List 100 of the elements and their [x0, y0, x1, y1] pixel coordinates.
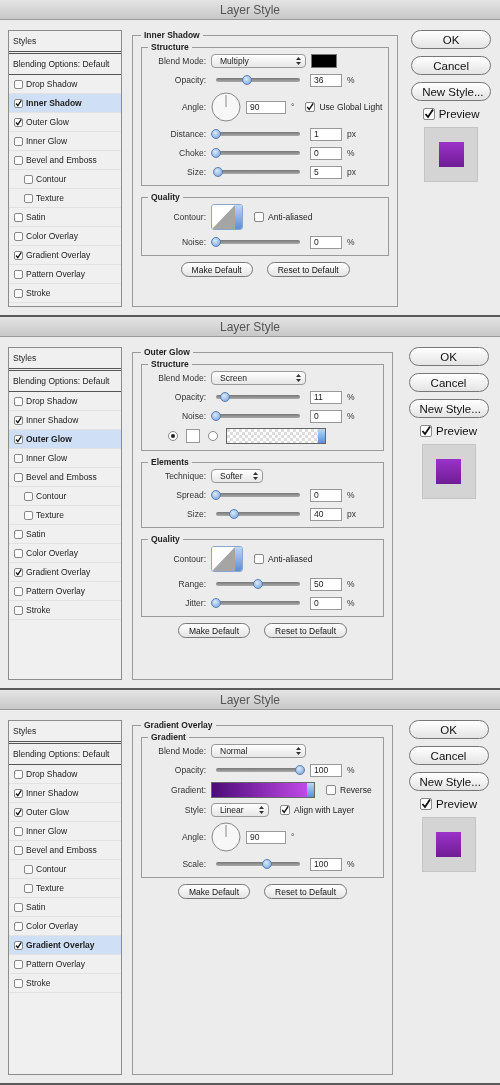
- effect-item[interactable]: Bevel and Emboss: [9, 468, 121, 487]
- dialog-button[interactable]: Cancel: [408, 373, 489, 392]
- checkbox[interactable]: [14, 250, 23, 260]
- checkbox[interactable]: [14, 212, 23, 222]
- default-button[interactable]: Make Default: [177, 623, 251, 638]
- slider-thumb[interactable]: [211, 148, 221, 158]
- input-field[interactable]: 36: [310, 73, 342, 87]
- checkbox[interactable]: [280, 805, 290, 815]
- checkbox[interactable]: [14, 155, 23, 165]
- checkbox[interactable]: [14, 453, 23, 463]
- default-button[interactable]: Make Default: [177, 884, 251, 899]
- checkbox[interactable]: [14, 136, 23, 146]
- default-button[interactable]: Reset to Default: [264, 884, 347, 899]
- default-button[interactable]: Reset to Default: [264, 623, 347, 638]
- slider-thumb[interactable]: [242, 75, 253, 85]
- input-field[interactable]: 50: [310, 577, 342, 591]
- checkbox[interactable]: [305, 102, 316, 112]
- slider-thumb[interactable]: [211, 411, 221, 421]
- effect-item[interactable]: Drop Shadow: [9, 765, 121, 784]
- effect-item[interactable]: Color Overlay: [9, 544, 121, 563]
- effect-item[interactable]: Drop Shadow: [9, 392, 121, 411]
- input-field[interactable]: 100: [310, 763, 342, 777]
- effect-item[interactable]: Gradient Overlay: [9, 563, 121, 582]
- checkbox[interactable]: [24, 864, 33, 874]
- checkbox[interactable]: [14, 940, 23, 950]
- effect-item[interactable]: Texture: [9, 189, 121, 208]
- effect-item[interactable]: Satin: [9, 898, 121, 917]
- input-field[interactable]: 90: [246, 830, 286, 844]
- checkbox[interactable]: [14, 79, 23, 89]
- effect-item[interactable]: Stroke: [9, 974, 121, 993]
- dialog-button[interactable]: Cancel: [408, 746, 489, 765]
- checkbox[interactable]: [24, 174, 33, 184]
- effect-item[interactable]: Pattern Overlay: [9, 265, 121, 284]
- checkbox[interactable]: [14, 605, 23, 615]
- contour-picker[interactable]: [211, 546, 243, 572]
- slider-thumb[interactable]: [295, 765, 305, 775]
- blending-options-item[interactable]: Blending Options: Default: [9, 744, 121, 765]
- checkbox[interactable]: [14, 529, 23, 539]
- checkbox[interactable]: [254, 212, 264, 222]
- effect-item[interactable]: Inner Shadow: [9, 94, 121, 113]
- effect-item[interactable]: Outer Glow: [9, 430, 121, 449]
- input-field[interactable]: 0: [310, 146, 342, 160]
- checkbox[interactable]: [24, 193, 33, 203]
- dropdown[interactable]: Multiply: [211, 54, 306, 68]
- input-field[interactable]: 1: [310, 127, 342, 141]
- checkbox[interactable]: [24, 883, 33, 893]
- checkbox[interactable]: [14, 826, 23, 836]
- checkbox[interactable]: [14, 288, 23, 298]
- effect-item[interactable]: Contour: [9, 487, 121, 506]
- effect-item[interactable]: Texture: [9, 879, 121, 898]
- checkbox[interactable]: [14, 548, 23, 558]
- effect-item[interactable]: Inner Shadow: [9, 784, 121, 803]
- dialog-button[interactable]: Cancel: [411, 56, 492, 75]
- effect-item[interactable]: Bevel and Emboss: [9, 151, 121, 170]
- checkbox[interactable]: [14, 959, 23, 969]
- slider-thumb[interactable]: [220, 392, 231, 402]
- checkbox[interactable]: [14, 98, 23, 108]
- input-field[interactable]: 11: [310, 390, 342, 404]
- effect-item[interactable]: Gradient Overlay: [9, 936, 121, 955]
- checkbox[interactable]: [14, 807, 23, 817]
- dropdown[interactable]: Normal: [211, 744, 306, 758]
- color-swatch[interactable]: [186, 429, 200, 443]
- contour-picker[interactable]: [211, 204, 243, 230]
- dialog-button[interactable]: OK: [411, 30, 492, 49]
- checkbox[interactable]: [24, 491, 33, 501]
- checkbox[interactable]: [254, 554, 264, 564]
- effect-item[interactable]: Pattern Overlay: [9, 582, 121, 601]
- effect-item[interactable]: Gradient Overlay: [9, 246, 121, 265]
- slider-thumb[interactable]: [211, 129, 221, 139]
- angle-dial[interactable]: [211, 92, 241, 122]
- checkbox[interactable]: [24, 510, 33, 520]
- dropdown[interactable]: Linear: [211, 803, 269, 817]
- input-field[interactable]: 0: [310, 409, 342, 423]
- checkbox[interactable]: [14, 434, 23, 444]
- checkbox[interactable]: [14, 269, 23, 279]
- checkbox[interactable]: [14, 978, 23, 988]
- effect-item[interactable]: Pattern Overlay: [9, 955, 121, 974]
- effect-item[interactable]: Bevel and Emboss: [9, 841, 121, 860]
- checkbox[interactable]: [14, 472, 23, 482]
- slider-thumb[interactable]: [211, 598, 221, 608]
- checkbox[interactable]: [14, 396, 23, 406]
- input-field[interactable]: 90: [246, 100, 286, 114]
- slider-thumb[interactable]: [253, 579, 263, 589]
- gradient-picker[interactable]: [211, 782, 315, 798]
- effect-item[interactable]: Outer Glow: [9, 113, 121, 132]
- input-field[interactable]: 100: [310, 857, 342, 871]
- dialog-button[interactable]: New Style...: [408, 772, 489, 791]
- input-field[interactable]: 0: [310, 488, 342, 502]
- default-button[interactable]: Reset to Default: [266, 262, 350, 277]
- input-field[interactable]: 0: [310, 235, 342, 249]
- dialog-button[interactable]: OK: [408, 720, 489, 739]
- effect-item[interactable]: Texture: [9, 506, 121, 525]
- checkbox[interactable]: [14, 117, 23, 127]
- radio-button[interactable]: [168, 431, 178, 441]
- checkbox[interactable]: [14, 769, 23, 779]
- effect-item[interactable]: Stroke: [9, 601, 121, 620]
- input-field[interactable]: 5: [310, 165, 342, 179]
- dialog-button[interactable]: OK: [408, 347, 489, 366]
- effect-item[interactable]: Outer Glow: [9, 803, 121, 822]
- blending-options-item[interactable]: Blending Options: Default: [9, 371, 121, 392]
